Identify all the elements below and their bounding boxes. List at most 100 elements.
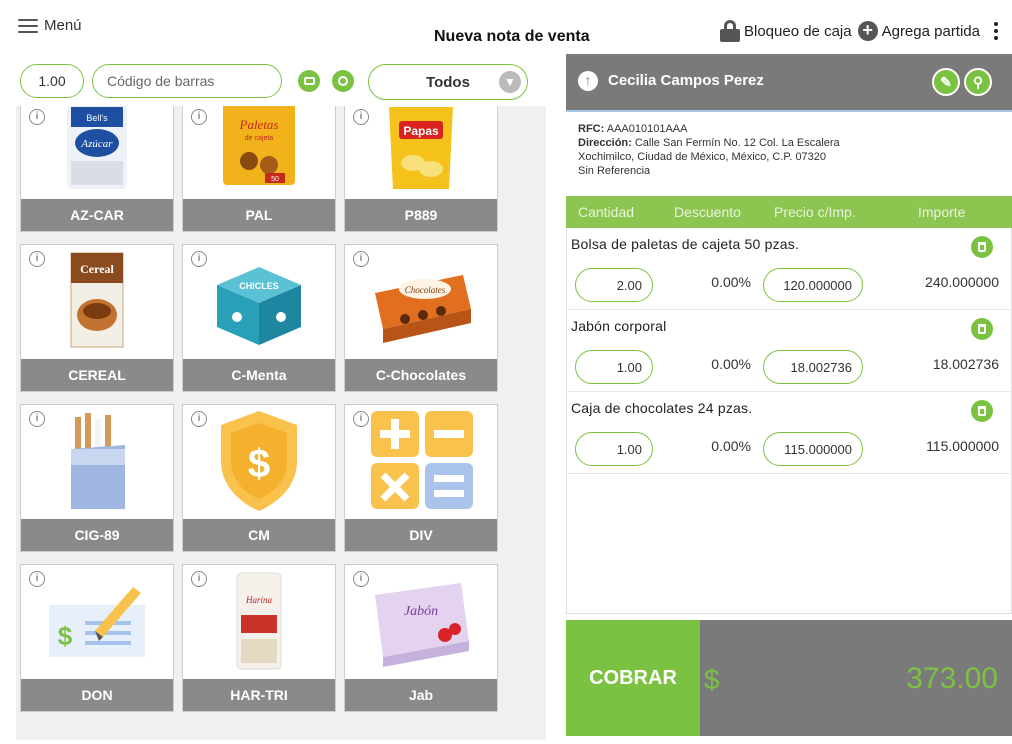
item-price[interactable]: 120.000000 (763, 268, 863, 302)
barcode-input[interactable] (92, 64, 282, 98)
total-amount: 373.00 (906, 662, 998, 695)
item-amount: 115.000000 (926, 438, 999, 454)
quantity-field[interactable]: 1.00 (20, 64, 84, 98)
flour-text: Harina (245, 595, 273, 605)
trash-icon[interactable] (971, 236, 993, 258)
item-discount: 0.00% (711, 438, 751, 454)
product-tile[interactable]: i Jabón Jab (344, 564, 498, 712)
item-description: Caja de chocolates 24 pzas. (571, 400, 753, 416)
pos-screen: Menú Nueva nota de venta Bloqueo de caja… (0, 0, 1012, 744)
currency-symbol: $ (704, 664, 720, 695)
item-quantity[interactable]: 1.00 (575, 350, 653, 384)
info-icon[interactable]: i (191, 251, 207, 267)
add-line-button[interactable]: + Agrega partida (857, 21, 980, 41)
total-display: $ 373.00 (700, 620, 1012, 736)
item-price[interactable]: 115.000000 (763, 432, 863, 466)
dollar-shield-icon: $ (221, 411, 297, 511)
product-code: CM (183, 519, 335, 551)
product-tile[interactable]: i DIV (344, 404, 498, 552)
page-title: Nueva nota de venta (434, 28, 590, 45)
sale-panel: ↑ Cecilia Campos Perez ✎ ⚲ RFC: AAA01010… (566, 54, 1012, 744)
product-code: DIV (345, 519, 497, 551)
product-code: DON (21, 679, 173, 711)
product-tile[interactable]: i CHICLES C-Menta (182, 244, 336, 392)
lock-register-button[interactable]: Bloqueo de caja (720, 20, 852, 42)
product-code: C-Chocolates (345, 359, 497, 391)
lollipop-bag-icon: Paletas de cajeta 50 (223, 106, 295, 185)
sugar-text: Azúcar (80, 138, 113, 150)
info-icon[interactable]: i (29, 251, 45, 267)
barcode-scan-icon[interactable] (298, 70, 320, 92)
product-tile[interactable]: i Chocolates C-Chocolates (344, 244, 498, 392)
rfc-label: RFC: (578, 123, 605, 135)
item-quantity[interactable]: 2.00 (575, 268, 653, 302)
top-actions: Bloqueo de caja + Agrega partida (720, 20, 998, 42)
product-tile[interactable]: i $ CM (182, 404, 336, 552)
arrow-up-icon[interactable]: ↑ (578, 71, 598, 91)
cigarette-pack-icon (71, 413, 125, 509)
camera-icon[interactable] (332, 70, 354, 92)
product-tile[interactable]: i $ DON (20, 564, 174, 712)
info-icon[interactable]: i (353, 411, 369, 427)
edit-customer-icon[interactable]: ✎ (932, 68, 960, 96)
product-code: HAR-TRI (183, 679, 335, 711)
svg-text:$: $ (58, 621, 73, 651)
hamburger-icon (18, 18, 38, 33)
chocolate-box-icon: Chocolates (375, 275, 471, 343)
info-icon[interactable]: i (191, 109, 207, 125)
info-icon[interactable]: i (353, 571, 369, 587)
item-price[interactable]: 18.002736 (763, 350, 863, 384)
product-tile[interactable]: i Papas P889 (344, 106, 498, 232)
product-code: C-Menta (183, 359, 335, 391)
info-icon[interactable]: i (353, 109, 369, 125)
product-tile[interactable]: i Cereal CEREAL (20, 244, 174, 392)
info-icon[interactable]: i (29, 411, 45, 427)
product-tile[interactable]: i CIG-89 (20, 404, 174, 552)
chips-text: Papas (403, 124, 439, 138)
category-value: Todos (426, 73, 470, 91)
product-tile[interactable]: i Harina HAR-TRI (182, 564, 336, 712)
item-quantity[interactable]: 1.00 (575, 432, 653, 466)
line-item: Caja de chocolates 24 pzas. 1.00 0.00% 1… (567, 392, 1012, 474)
cereal-text: Cereal (80, 262, 114, 276)
category-select[interactable]: Todos ▼ (368, 64, 528, 100)
info-icon[interactable]: i (353, 251, 369, 267)
soap-box-icon: Jabón (375, 583, 469, 667)
info-icon[interactable]: i (29, 109, 45, 125)
pal-sub: de cajeta (245, 135, 274, 142)
trash-icon[interactable] (971, 318, 993, 340)
item-discount: 0.00% (711, 356, 751, 372)
flour-bag-icon: Harina (236, 572, 282, 670)
address-label: Dirección: (578, 137, 632, 149)
filter-bar: 1.00 Todos ▼ (16, 60, 546, 100)
col-price: Precio c/Imp. (774, 204, 856, 220)
product-tile[interactable]: i Paletas de cajeta 50 PAL (182, 106, 336, 232)
charge-button[interactable]: COBRAR (566, 620, 700, 736)
sugar-bag-icon: Bell's Azúcar (67, 106, 127, 189)
trash-icon[interactable] (971, 400, 993, 422)
product-panel: 1.00 Todos ▼ i Bell's Azúcar (16, 58, 546, 740)
customer-details: RFC: AAA010101AAA Dirección: Calle San F… (566, 110, 1012, 196)
gum-text: CHICLES (239, 281, 279, 291)
top-bar: Menú Nueva nota de venta Bloqueo de caja… (0, 0, 1012, 52)
address-value-2: Xochimilco, Ciudad de México, México, C.… (578, 151, 827, 163)
chevron-down-icon: ▼ (499, 71, 521, 93)
item-description: Jabón corporal (571, 318, 667, 334)
product-grid: i Bell's Azúcar AZ-CAR i Paletas de caje… (16, 106, 546, 740)
reference-text: Sin Referencia (578, 165, 651, 177)
more-options-icon[interactable] (994, 22, 998, 40)
pal-text: Paletas (239, 117, 279, 132)
info-icon[interactable]: i (191, 571, 207, 587)
add-line-label: Agrega partida (881, 22, 980, 40)
menu-label: Menú (44, 17, 82, 34)
svg-text:$: $ (248, 442, 270, 486)
info-icon[interactable]: i (29, 571, 45, 587)
check-pen-icon: $ (49, 587, 145, 657)
soap-text: Jabón (404, 604, 438, 619)
lock-register-label: Bloqueo de caja (744, 22, 852, 40)
item-amount: 240.000000 (925, 274, 999, 290)
menu-button[interactable]: Menú (18, 17, 82, 34)
search-customer-icon[interactable]: ⚲ (964, 68, 992, 96)
info-icon[interactable]: i (191, 411, 207, 427)
product-tile[interactable]: i Bell's Azúcar AZ-CAR (20, 106, 174, 232)
